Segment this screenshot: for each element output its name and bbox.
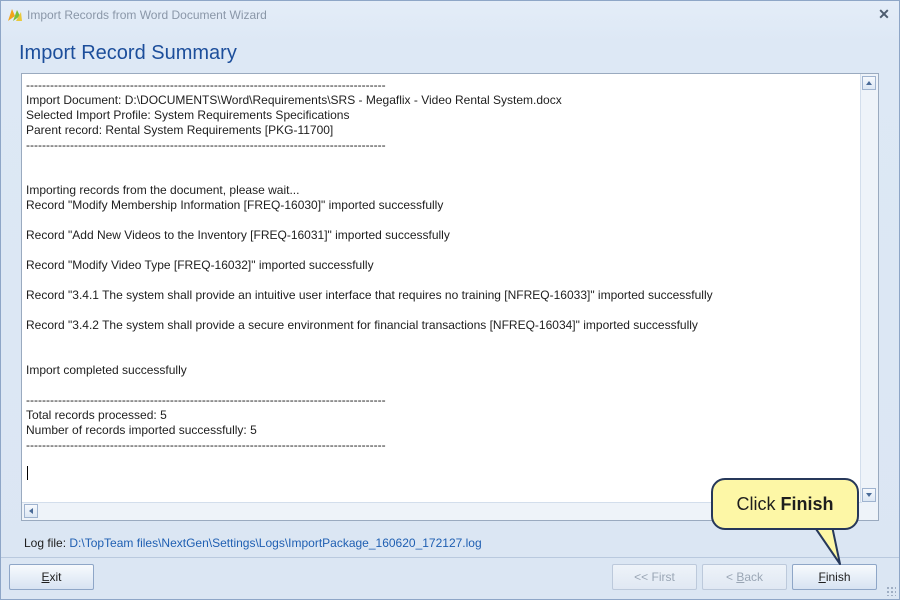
log-line: Total records processed: 5	[26, 408, 167, 422]
log-line: Import completed successfully	[26, 363, 187, 377]
first-button[interactable]: << First	[612, 564, 697, 590]
log-line: Parent record: Rental System Requirement…	[26, 123, 334, 137]
back-button[interactable]: < Back	[702, 564, 787, 590]
log-file-label: Log file:	[24, 536, 70, 550]
log-line: ----------------------------------------…	[26, 438, 386, 452]
log-line: Record "Modify Membership Information [F…	[26, 198, 444, 212]
page-title: Import Record Summary	[19, 42, 237, 64]
window-title: Import Records from Word Document Wizard	[27, 8, 267, 22]
finish-button-label: Finish	[818, 570, 851, 584]
callout-pointer	[813, 526, 841, 565]
log-line: ----------------------------------------…	[26, 393, 386, 407]
close-icon[interactable]: ✕	[877, 6, 891, 22]
scroll-down-icon[interactable]	[862, 488, 876, 502]
exit-button[interactable]: Exit	[9, 564, 94, 590]
log-line: ----------------------------------------…	[26, 138, 386, 152]
log-line: ----------------------------------------…	[26, 78, 386, 92]
log-line: Import Document: D:\DOCUMENTS\Word\Requi…	[26, 93, 562, 107]
back-button-label: < Back	[725, 570, 764, 584]
import-log-textarea[interactable]: ----------------------------------------…	[21, 73, 879, 521]
callout-prefix: Click	[736, 494, 781, 514]
scrollbar-corner	[861, 503, 878, 520]
log-line: Importing records from the document, ple…	[26, 183, 300, 197]
log-line: Selected Import Profile: System Requirem…	[26, 108, 350, 122]
log-line: Number of records imported successfully:…	[26, 423, 257, 437]
vertical-scrollbar[interactable]	[860, 74, 878, 504]
scroll-up-icon[interactable]	[862, 76, 876, 90]
log-file-row: Log file: D:\TopTeam files\NextGen\Setti…	[24, 536, 482, 550]
log-line: Record "3.4.2 The system shall provide a…	[26, 318, 698, 332]
log-line: Record "Add New Videos to the Inventory …	[26, 228, 450, 242]
click-finish-callout: Click Finish	[711, 478, 859, 530]
log-line: Record "3.4.1 The system shall provide a…	[26, 288, 713, 302]
log-file-link[interactable]: D:\TopTeam files\NextGen\Settings\Logs\I…	[69, 536, 481, 550]
app-icon	[8, 9, 22, 21]
text-caret	[27, 466, 28, 480]
callout-emphasis: Finish	[780, 494, 834, 514]
footer-divider	[1, 557, 899, 558]
log-line: Record "Modify Video Type [FREQ-16032]" …	[26, 258, 374, 272]
import-log-text: ----------------------------------------…	[26, 78, 856, 503]
finish-button[interactable]: Finish	[792, 564, 877, 590]
exit-button-label: Exit	[41, 570, 62, 584]
title-bar: Import Records from Word Document Wizard…	[1, 1, 899, 29]
scroll-left-icon[interactable]	[24, 504, 38, 518]
resize-grip-icon[interactable]	[886, 586, 896, 596]
